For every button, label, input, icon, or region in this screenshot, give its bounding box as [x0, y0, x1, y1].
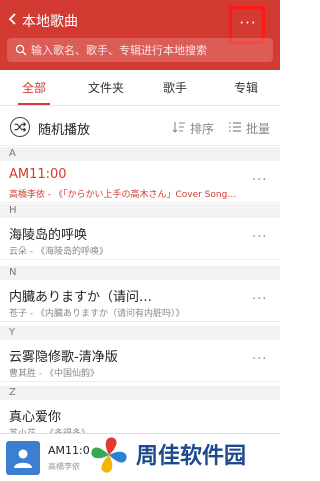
section-letter: N [9, 267, 17, 278]
tab-folder[interactable]: 文件夹 [88, 79, 124, 96]
song-row[interactable]: AM11:00 高橋李依 - 《「からかい上手の高木さん」Cover Song…… [0, 161, 280, 203]
section-header: Y [0, 326, 280, 340]
section-header: A [0, 147, 280, 161]
song-row[interactable]: 海陵岛的呼唤 云朵 - 《海陵岛的呼唤》 ··· [0, 218, 280, 260]
song-more-icon[interactable]: ··· [252, 352, 267, 367]
song-more-icon[interactable]: ··· [252, 230, 267, 245]
more-icon: ··· [239, 14, 257, 32]
search-icon [15, 44, 27, 56]
search-bar[interactable] [7, 38, 273, 62]
song-title: AM11:00 [9, 167, 67, 182]
sort-icon [172, 122, 185, 133]
list-toolbar: 随机播放 排序 批量 [0, 106, 280, 146]
watermark: 周佳软件园 [86, 430, 276, 478]
song-title: 海陵岛的呼唤 [9, 228, 88, 243]
song-artist: 云朵 - 《海陵岛的呼唤》 [9, 247, 108, 257]
tab-artist[interactable]: 歌手 [163, 79, 187, 96]
song-title: 内臓ありますか（请问… [9, 290, 153, 305]
section-header: H [0, 204, 280, 218]
search-input[interactable] [31, 41, 265, 59]
song-title: 云雾隐修歌-清净版 [9, 350, 118, 365]
tab-all[interactable]: 全部 [22, 79, 46, 96]
player-song-title: AM11:0 [48, 444, 90, 457]
app-header: 本地歌曲 ··· [0, 0, 280, 70]
section-letter: Y [9, 327, 16, 338]
song-title: 真心爱你 [9, 410, 62, 425]
pinwheel-logo-icon [91, 437, 127, 473]
section-letter: H [9, 205, 17, 216]
song-row[interactable]: 内臓ありますか（请问… 苍子 - 《内臓ありますか（请问有内脏吗）》 ··· [0, 280, 280, 322]
song-artist: 曹其胜 - 《中国仙韵》 [9, 369, 99, 379]
sort-label: 排序 [190, 122, 215, 136]
song-more-icon[interactable]: ··· [252, 292, 267, 307]
album-cover[interactable] [6, 441, 40, 475]
back-icon[interactable] [6, 12, 20, 26]
section-letter: Z [9, 387, 16, 398]
tab-album[interactable]: 专辑 [234, 79, 258, 96]
list-icon [229, 122, 241, 132]
player-artist: 高橋李依 [48, 462, 80, 471]
active-tab-indicator [18, 103, 50, 105]
song-more-icon[interactable]: ··· [252, 173, 267, 188]
song-row[interactable]: 云雾隐修歌-清净版 曹其胜 - 《中国仙韵》 ··· [0, 340, 280, 382]
song-artist: 高橋李依 - 《「からかい上手の高木さん」Cover Song… [9, 190, 237, 200]
song-artist: 苍子 - 《内臓ありますか（请问有内脏吗）》 [9, 309, 185, 319]
batch-label: 批量 [246, 122, 271, 136]
section-header: Z [0, 386, 280, 400]
watermark-text: 周佳软件园 [136, 444, 247, 469]
category-tabs: 全部 文件夹 歌手 专辑 [0, 70, 280, 106]
section-letter: A [9, 148, 16, 159]
page-title: 本地歌曲 [22, 14, 78, 30]
shuffle-icon[interactable] [10, 117, 30, 137]
shuffle-play-button[interactable]: 随机播放 [38, 119, 90, 138]
section-header: N [0, 266, 280, 280]
user-icon [14, 449, 32, 468]
